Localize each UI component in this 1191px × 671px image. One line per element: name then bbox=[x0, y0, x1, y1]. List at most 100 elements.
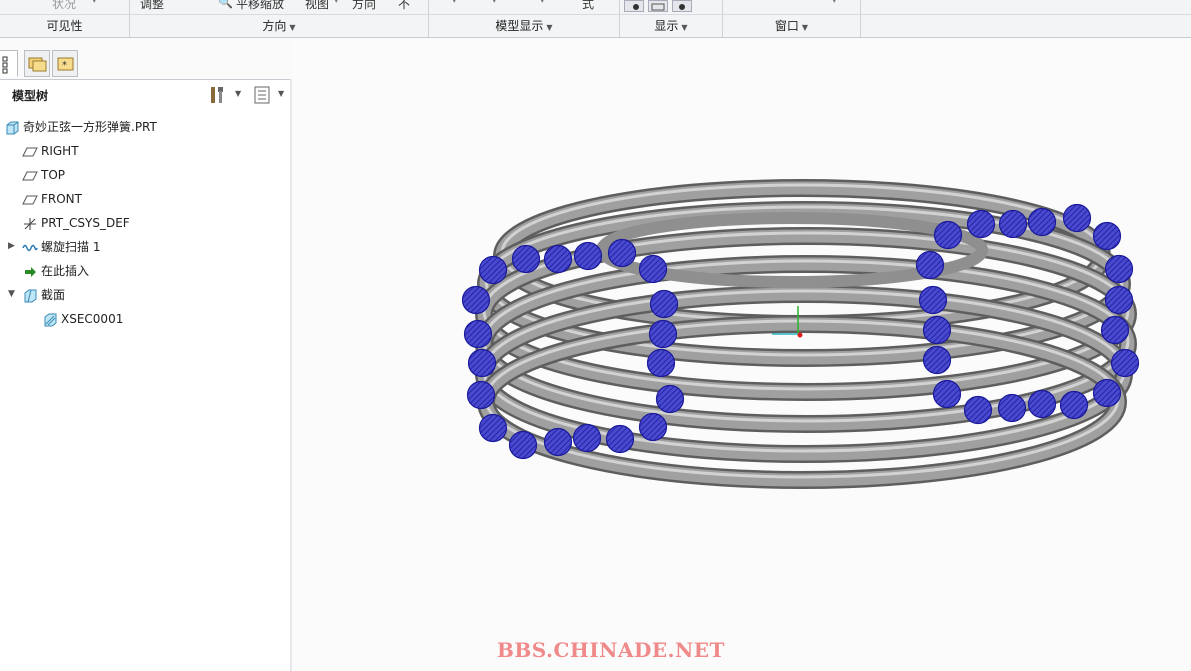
tree-item-part[interactable]: 奇妙正弦一方形弹簧.PRT bbox=[4, 116, 157, 138]
layers-icon[interactable] bbox=[648, 0, 668, 12]
section-circle bbox=[1027, 389, 1057, 419]
tree-item-label: 在此插入 bbox=[41, 264, 90, 278]
section-circle bbox=[922, 315, 952, 345]
eye-icon[interactable] bbox=[624, 0, 644, 12]
section-icon bbox=[22, 288, 38, 304]
section-circle bbox=[463, 319, 493, 349]
section-circle bbox=[607, 238, 637, 268]
group-model-display[interactable]: 模型显示 ▼ bbox=[429, 15, 619, 37]
search-icon: 🔍 bbox=[218, 0, 233, 9]
datum-plane-icon bbox=[22, 168, 38, 184]
chevron-down-icon: ▼ bbox=[681, 23, 688, 32]
section-circle bbox=[1092, 378, 1122, 408]
group-label: 方向 bbox=[262, 19, 287, 33]
tree-item-sections[interactable]: 截面 bbox=[22, 284, 65, 306]
group-label: 可见性 bbox=[46, 19, 83, 33]
group-label: 显示 bbox=[654, 19, 679, 33]
orient-command[interactable]: 方向 bbox=[352, 0, 376, 12]
tab-favorites[interactable]: * bbox=[52, 50, 78, 77]
datum-plane-icon bbox=[22, 192, 38, 208]
style-command[interactable]: 式 bbox=[582, 0, 594, 12]
tree-item-top[interactable]: TOP bbox=[22, 164, 65, 186]
collapse-arrow-icon[interactable]: ▼ bbox=[8, 289, 15, 299]
view-command[interactable]: 视图 bbox=[305, 0, 329, 12]
chevron-down-icon[interactable]: ▾ bbox=[492, 0, 497, 6]
group-orientation[interactable]: 方向 ▼ bbox=[130, 15, 428, 37]
group-visibility[interactable]: 可见性 bbox=[0, 15, 129, 37]
tree-item-label: FRONT bbox=[41, 192, 82, 206]
tree-item-label: 截面 bbox=[41, 288, 66, 302]
section-circle bbox=[573, 241, 603, 271]
section-circle bbox=[998, 209, 1028, 239]
section-circle bbox=[508, 430, 538, 460]
tree-item-xsec[interactable]: XSEC0001 bbox=[42, 308, 123, 330]
status-command[interactable]: 状况 bbox=[52, 0, 76, 12]
chevron-down-icon[interactable]: ▾ bbox=[832, 0, 837, 6]
tree-item-helical-sweep[interactable]: 螺旋扫描 1 bbox=[22, 236, 100, 258]
tree-item-label: TOP bbox=[41, 168, 66, 182]
panel-title: 模型树 bbox=[12, 89, 49, 103]
section-circle bbox=[933, 220, 963, 250]
group-label: 模型显示 bbox=[495, 19, 544, 33]
adjust-command[interactable]: 调整 bbox=[140, 0, 164, 12]
chevron-down-icon[interactable]: ▾ bbox=[540, 0, 545, 6]
section-circle bbox=[638, 254, 668, 284]
show-icon[interactable] bbox=[252, 85, 272, 105]
pan-zoom-command[interactable]: 平移缩放 bbox=[236, 0, 284, 12]
section-circle bbox=[605, 424, 635, 454]
graphics-viewport[interactable] bbox=[292, 38, 1191, 670]
tree-item-csys[interactable]: PRT_CSYS_DEF bbox=[22, 212, 130, 234]
model-tree-panel: 模型树 ▼ ▼ 奇妙正弦一方形弹簧.PRT RIGHT TOP FRONT PR… bbox=[0, 79, 291, 671]
section-circle bbox=[1062, 203, 1092, 233]
datum-plane-icon bbox=[22, 144, 38, 160]
section-circle bbox=[543, 244, 573, 274]
section-circle bbox=[997, 393, 1027, 423]
section-circle bbox=[638, 412, 668, 442]
section-circle bbox=[966, 209, 996, 239]
section-circle bbox=[655, 384, 685, 414]
section-circle bbox=[1104, 285, 1134, 315]
chevron-down-icon: ▾ bbox=[334, 0, 339, 6]
folder-icon bbox=[28, 57, 47, 72]
insert-here-icon bbox=[22, 264, 38, 280]
section-circle bbox=[1104, 254, 1134, 284]
chevron-down-icon[interactable]: ▼ bbox=[235, 89, 241, 98]
tree-item-label: 螺旋扫描 1 bbox=[41, 240, 101, 254]
visibility-icon[interactable] bbox=[672, 0, 692, 12]
tab-model-tree[interactable] bbox=[0, 50, 18, 77]
expand-arrow-icon[interactable]: ▶ bbox=[8, 241, 15, 251]
group-display[interactable]: 显示 ▼ bbox=[620, 15, 722, 37]
tree-item-label: XSEC0001 bbox=[61, 312, 124, 326]
tree-item-label: RIGHT bbox=[41, 144, 79, 158]
settings-icon[interactable] bbox=[208, 85, 228, 105]
ribbon-group-bar: 可见性 方向 ▼ 模型显示 ▼ 显示 ▼ 窗口 ▼ bbox=[0, 14, 1191, 37]
section-circle bbox=[915, 250, 945, 280]
tab-folder-browser[interactable] bbox=[24, 50, 50, 77]
no-command[interactable]: 不 bbox=[398, 0, 410, 12]
section-circle bbox=[478, 413, 508, 443]
tree-item-front[interactable]: FRONT bbox=[22, 188, 82, 210]
chevron-down-icon[interactable]: ▼ bbox=[278, 89, 284, 98]
chevron-down-icon: ▼ bbox=[546, 23, 553, 32]
section-circle bbox=[1027, 207, 1057, 237]
section-circle bbox=[649, 289, 679, 319]
group-window[interactable]: 窗口 ▼ bbox=[723, 15, 860, 37]
tree-item-label: 奇妙正弦一方形弹簧.PRT bbox=[23, 120, 157, 134]
tree-item-insert-here[interactable]: 在此插入 bbox=[22, 260, 89, 282]
favorites-icon: * bbox=[57, 57, 74, 71]
tree-item-right[interactable]: RIGHT bbox=[22, 140, 79, 162]
svg-text:*: * bbox=[62, 60, 67, 71]
xsection-icon bbox=[42, 312, 58, 328]
chevron-down-icon[interactable]: ▾ bbox=[452, 0, 457, 6]
model-tree-header: 模型树 ▼ ▼ bbox=[0, 80, 290, 108]
section-circle bbox=[511, 244, 541, 274]
section-circle bbox=[478, 255, 508, 285]
section-circle bbox=[461, 285, 491, 315]
navigator-tabs: * bbox=[0, 50, 290, 78]
helical-sweep-icon bbox=[22, 240, 38, 256]
tree-item-label: PRT_CSYS_DEF bbox=[41, 216, 130, 230]
spring-model bbox=[461, 179, 1140, 489]
chevron-down-icon: ▾ bbox=[92, 0, 97, 6]
watermark: BBS.CHINADE.NET bbox=[497, 638, 725, 662]
csys-icon bbox=[22, 216, 38, 232]
